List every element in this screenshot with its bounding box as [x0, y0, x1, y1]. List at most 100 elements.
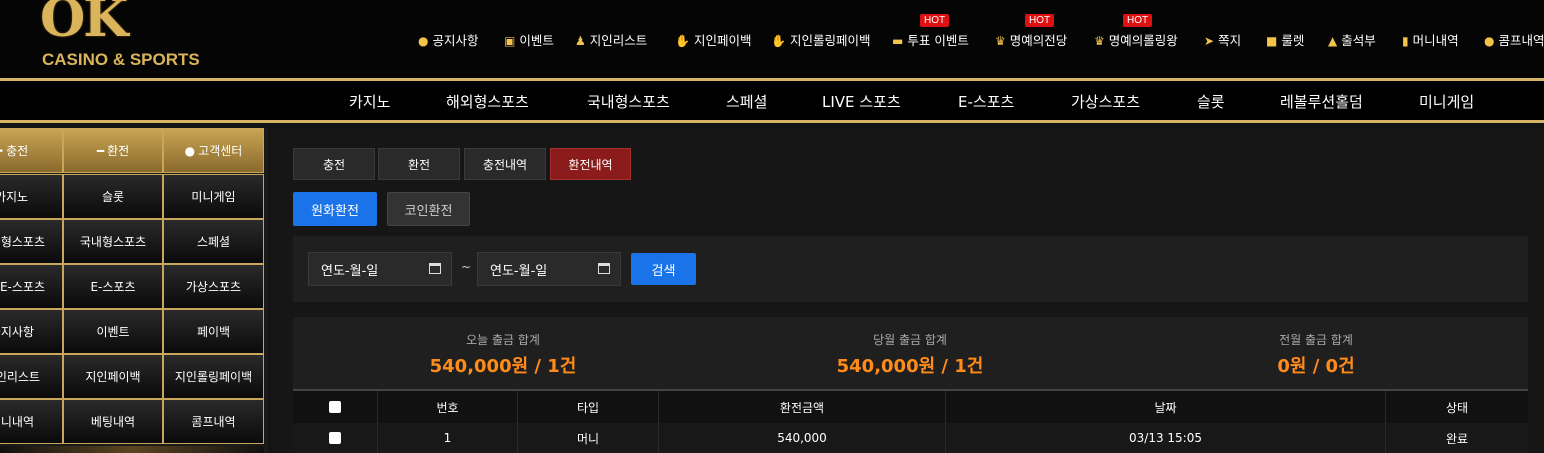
column-header: 날짜: [946, 391, 1386, 423]
withdraw-summary: 오늘 출금 합계 540,000원 / 1건 당월 출금 합계 540,000원…: [293, 317, 1528, 389]
summary-today: 오늘 출금 합계 540,000원 / 1건: [353, 331, 653, 378]
tab-deposit[interactable]: 충전: [293, 148, 375, 180]
top-menu-hall-of-fame[interactable]: HOT ♛ 명예의전당: [995, 14, 1067, 49]
trophy-icon: ♛: [995, 34, 1006, 48]
summary-label: 전월 출금 합계: [1279, 333, 1353, 347]
summary-label: 당월 출금 합계: [873, 333, 947, 347]
piggy-bank-icon: ●: [1484, 34, 1495, 48]
summary-last-month: 전월 출금 합계 0원 / 0건: [1166, 331, 1466, 378]
end-date-input[interactable]: 연도-월-일: [477, 252, 621, 286]
row-amount: 540,000: [659, 423, 946, 453]
top-menu-attendance[interactable]: ▲ 출석부: [1328, 30, 1376, 49]
sidebar-payback[interactable]: 페이백: [163, 309, 264, 354]
users-icon: ♟: [575, 34, 586, 48]
hot-badge: HOT: [920, 14, 950, 27]
date-separator: ~: [461, 260, 472, 274]
top-menu-notice[interactable]: ● 공지사항: [418, 30, 479, 49]
sidebar-overseas-sports[interactable]: 해외형스포츠: [0, 219, 63, 264]
nav-casino[interactable]: 카지노: [349, 91, 390, 112]
sidebar-slot[interactable]: 슬롯: [63, 174, 163, 219]
row-status: 완료: [1445, 431, 1469, 446]
sidebar-casino[interactable]: 카지노: [0, 174, 63, 219]
top-header: OK CASINO & SPORTS ● 공지사항 ▣ 이벤트 ♟ 지인리스트 ✋ 지인…: [0, 0, 1544, 78]
sidebar-withdraw-button[interactable]: ━ 환전: [63, 128, 163, 173]
logo-sub-text: CASINO & SPORTS: [42, 50, 200, 69]
hand-coin-icon: ✋: [675, 34, 690, 48]
nav-revolution-holdem[interactable]: 레볼루션홀덤: [1280, 91, 1363, 112]
site-logo[interactable]: OK CASINO & SPORTS: [38, 0, 208, 72]
sidebar-money-history[interactable]: 머니내역: [0, 399, 63, 444]
plus-icon: ✚: [0, 144, 3, 158]
subtab-krw-withdraw[interactable]: 원화환전: [293, 192, 377, 226]
search-button[interactable]: 검색: [631, 253, 696, 285]
main-content: 충전 환전 충전내역 환전내역 원화환전 코인환전 연도-월-일 ~ 연도-월-…: [273, 128, 1544, 453]
sidebar-deposit-button[interactable]: ✚충전: [0, 128, 63, 173]
sidebar-notice[interactable]: 공지사항: [0, 309, 63, 354]
sidebar-referral-payback[interactable]: 지인페이백: [63, 354, 163, 399]
sidebar-domestic-sports[interactable]: 국내형스포츠: [63, 219, 163, 264]
summary-label: 오늘 출금 합계: [466, 333, 540, 347]
paper-plane-icon: ➤: [1204, 34, 1215, 48]
sidebar-comp-history[interactable]: 콤프내역: [163, 399, 264, 444]
tab-deposit-history[interactable]: 충전내역: [464, 148, 546, 180]
nav-slot[interactable]: 슬롯: [1197, 91, 1225, 112]
nav-virtual-sports[interactable]: 가상스포츠: [1071, 91, 1140, 112]
row-checkbox[interactable]: [329, 432, 341, 444]
summary-value: 0원 / 0건: [1277, 356, 1355, 377]
calendar-icon[interactable]: [429, 263, 441, 274]
top-menu-event[interactable]: ▣ 이벤트: [504, 30, 554, 49]
stamp-icon: ▲: [1328, 34, 1338, 48]
hand-coin-icon: ✋: [771, 34, 786, 48]
exclamation-icon: ●: [418, 34, 429, 48]
logo-main-text: OK: [40, 0, 128, 49]
nav-live-sports[interactable]: LIVE 스포츠: [822, 91, 901, 112]
nav-domestic-sports[interactable]: 국내형스포츠: [587, 91, 670, 112]
nav-overseas-sports[interactable]: 해외형스포츠: [446, 91, 529, 112]
nav-special[interactable]: 스페셜: [726, 91, 767, 112]
sidebar-special[interactable]: 스페셜: [163, 219, 264, 264]
calendar-icon[interactable]: [598, 263, 610, 274]
top-menu-money-history[interactable]: ▮ 머니내역: [1402, 30, 1459, 49]
sidebar-virtual-sports[interactable]: 가상스포츠: [163, 264, 264, 309]
subtab-coin-withdraw[interactable]: 코인환전: [387, 192, 470, 226]
tab-withdraw-history[interactable]: 환전내역: [550, 148, 631, 180]
main-nav: 카지노 해외형스포츠 국내형스포츠 스페셜 LIVE 스포츠 E-스포츠 가상스…: [0, 81, 1544, 120]
tab-withdraw[interactable]: 환전: [378, 148, 460, 180]
top-menu-comp-history[interactable]: ● 콤프내역: [1484, 30, 1544, 49]
top-menu-referral-payback[interactable]: ✋ 지인페이백: [675, 30, 751, 49]
select-all-checkbox[interactable]: [329, 401, 341, 413]
sidebar-event[interactable]: 이벤트: [63, 309, 163, 354]
hot-badge: HOT: [1025, 14, 1055, 27]
nav-minigame[interactable]: 미니게임: [1419, 91, 1474, 112]
top-menu-roulette[interactable]: ■ 룰렛: [1266, 30, 1304, 49]
top-menu-vote-event[interactable]: HOT ▬ 투표 이벤트: [892, 14, 969, 49]
nav-esports[interactable]: E-스포츠: [958, 91, 1014, 112]
sidebar-bet-history[interactable]: 베팅내역: [63, 399, 163, 444]
row-select-cell: [293, 423, 378, 453]
top-menu-message[interactable]: ➤ 쪽지: [1204, 30, 1241, 49]
column-header: 타입: [518, 391, 659, 423]
column-header: 상태: [1445, 400, 1469, 415]
sidebar-minigame[interactable]: 미니게임: [163, 174, 264, 219]
row-type: 머니: [518, 423, 659, 453]
sidebar-esports[interactable]: E-스포츠: [63, 264, 163, 309]
sidebar-referral-list[interactable]: 지인리스트: [0, 354, 63, 399]
gold-divider: [0, 120, 1544, 123]
sidebar-support-button[interactable]: ● 고객센터: [163, 128, 264, 173]
summary-value: 540,000원 / 1건: [429, 356, 577, 377]
vote-icon: ▬: [892, 34, 904, 48]
sidebar-live-esports[interactable]: LIVE E-스포츠: [0, 264, 63, 309]
sidebar-referral-rolling[interactable]: 지인롤링페이백: [163, 354, 264, 399]
start-date-input[interactable]: 연도-월-일: [308, 252, 452, 286]
row-number: 1: [378, 423, 518, 453]
column-header: 환전금액: [659, 391, 946, 423]
summary-value: 540,000원 / 1건: [836, 356, 984, 377]
clipboard-icon: ▮: [1402, 34, 1409, 48]
top-menu-referral-rolling[interactable]: ✋ 지인롤링페이백: [771, 30, 870, 49]
top-menu-rolling-king[interactable]: HOT ♛ 명예의롤링왕: [1094, 14, 1178, 49]
top-menu-referral-list[interactable]: ♟ 지인리스트: [575, 30, 647, 49]
gift-icon: ■: [1266, 34, 1278, 48]
column-header: 번호: [378, 391, 518, 423]
select-all-cell: [293, 391, 378, 423]
table-header: 번호 타입 환전금액 날짜 상태: [293, 389, 1528, 423]
